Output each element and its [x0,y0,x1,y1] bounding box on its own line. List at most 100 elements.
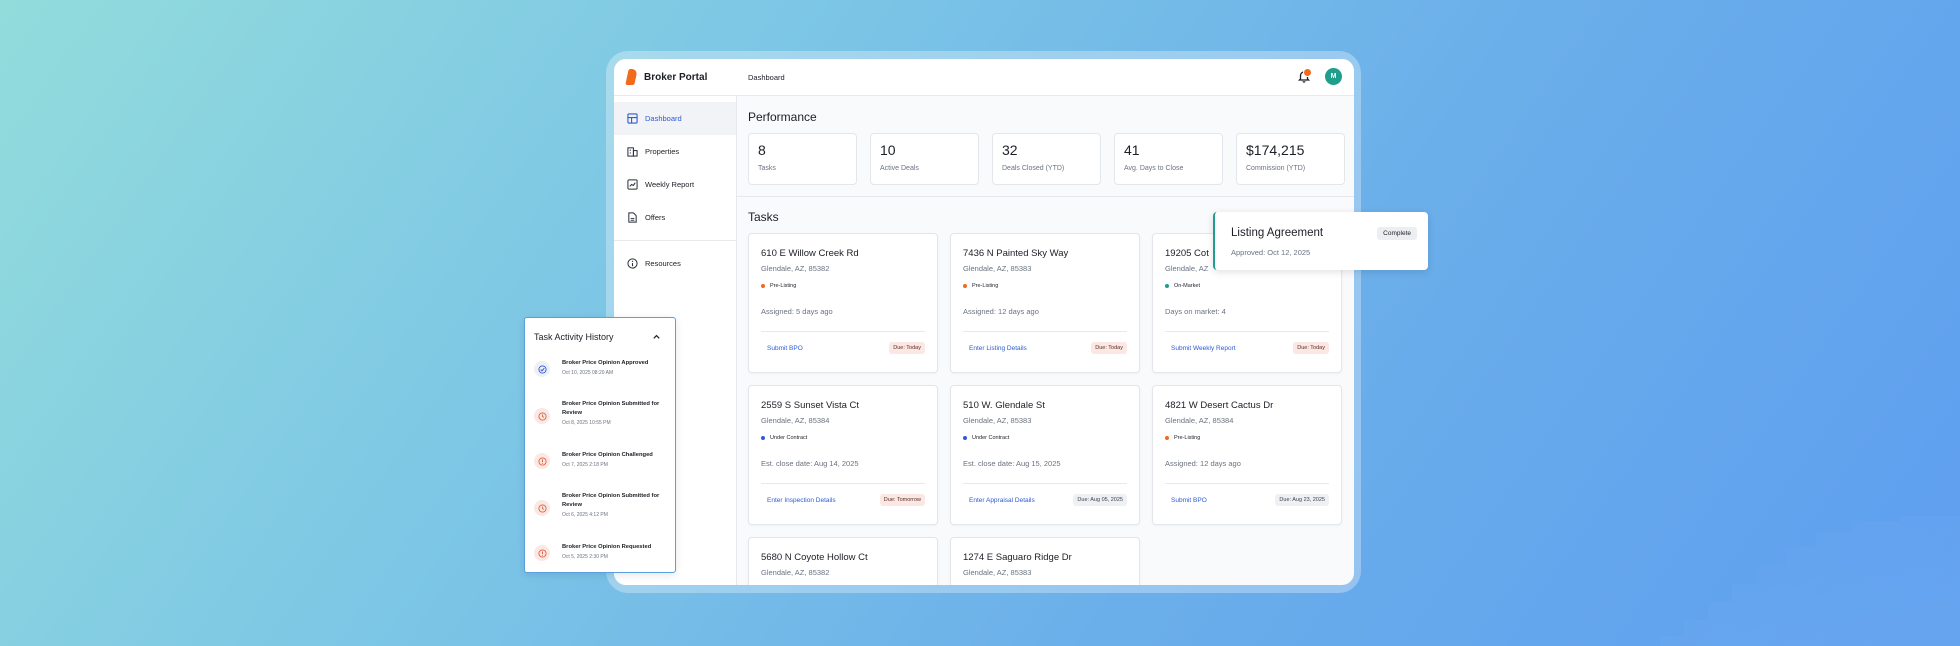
kpi-value: 10 [880,142,896,158]
task-address: 610 E Willow Creek Rd [761,248,859,259]
kpi-value: 32 [1002,142,1018,158]
task-address: 5680 N Coyote Hollow Ct [761,552,868,563]
kpi-label: Deals Closed (YTD) [1002,165,1065,172]
alert-icon [534,545,550,561]
sidebar-item-resources[interactable]: Resources [614,247,736,280]
tasks-title: Tasks [748,210,779,224]
task-action-link[interactable]: Submit BPO [767,345,803,352]
popup-title: Listing Agreement [1231,227,1324,239]
task-city: Glendale, AZ, 85383 [963,416,1032,425]
due-badge: Due: Tomorrow [879,494,925,506]
kpi-card: 10 Active Deals [870,133,979,185]
history-item: Broker Price Opinion Challenged Oct 7, 2… [534,451,674,491]
status-dot [761,284,765,288]
history-item-date: Oct 7, 2025 2:18 PM [562,462,608,468]
task-card[interactable]: 1274 E Saguaro Ridge Dr Glendale, AZ, 85… [950,537,1140,585]
alert-icon [534,453,550,469]
task-card[interactable]: 4821 W Desert Cactus Dr Glendale, AZ, 85… [1152,385,1342,525]
sidebar-item-offers[interactable]: Offers [614,201,736,234]
sidebar-item-label: Resources [645,259,681,268]
task-address: 510 W. Glendale St [963,400,1045,411]
history-item-title: Broker Price Opinion Requested [562,544,652,550]
task-action-link[interactable]: Enter Inspection Details [767,497,836,504]
task-card[interactable]: 2559 S Sunset Vista Ct Glendale, AZ, 853… [748,385,938,525]
history-item-date: Oct 10, 2025 08:20 AM [562,370,614,376]
task-action-link[interactable]: Enter Listing Details [969,345,1027,352]
brand-name: Broker Portal [644,71,708,83]
listing-agreement-popup[interactable]: Listing Agreement Complete Approved: Oct… [1213,212,1428,270]
kpi-card: 41 Avg. Days to Close [1114,133,1223,185]
divider [736,196,1354,197]
status-dot [1165,436,1169,440]
task-address: 1274 E Saguaro Ridge Dr [963,552,1072,563]
kpi-label: Active Deals [880,165,919,172]
task-card[interactable]: 7436 N Painted Sky Way Glendale, AZ, 853… [950,233,1140,373]
sidebar-item-label: Dashboard [645,114,682,123]
history-item-title: Broker Price Opinion Challenged [562,452,653,458]
status-badge: Complete [1377,227,1417,240]
task-activity-history-panel: Task Activity History Broker Price Opini… [524,317,676,573]
brand-logo-icon [625,69,638,85]
task-city: Glendale, AZ [1165,264,1209,273]
breadcrumb: Dashboard [748,72,785,82]
sidebar-item-label: Offers [645,213,666,222]
status-badge: Under Contract [761,435,807,441]
due-badge: Due: Today [1293,342,1329,354]
task-info: Assigned: 12 days ago [963,307,1039,316]
task-city: Glendale, AZ, 85382 [761,568,830,577]
status-badge: On-Market [1165,283,1200,289]
dashboard-icon [627,113,638,124]
info-icon [627,258,638,269]
history-item: Broker Price Opinion Approved Oct 10, 20… [534,359,674,399]
status-badge: Pre-Listing [1165,435,1200,441]
due-badge: Due: Aug 05, 2025 [1073,494,1127,506]
task-info: Assigned: 12 days ago [1165,459,1241,468]
sidebar-item-label: Weekly Report [645,180,695,189]
task-city: Glendale, AZ, 85384 [1165,416,1234,425]
history-item-date: Oct 6, 2025 4:12 PM [562,512,608,518]
divider [761,483,925,484]
task-city: Glendale, AZ, 85383 [963,264,1032,273]
kpi-label: Commission (YTD) [1246,165,1306,172]
history-item-title: Broker Price Opinion Approved [562,360,649,366]
task-card[interactable]: 5680 N Coyote Hollow Ct Glendale, AZ, 85… [748,537,938,585]
brand[interactable]: Broker Portal [614,59,736,95]
divider [761,331,925,332]
avatar[interactable]: M [1325,68,1342,85]
divider [963,331,1127,332]
kpi-value: $174,215 [1246,142,1305,158]
performance-title: Performance [748,110,817,124]
task-action-link[interactable]: Submit Weekly Report [1171,345,1236,352]
due-badge: Due: Today [1091,342,1127,354]
kpi-value: 41 [1124,142,1140,158]
history-item: Broker Price Opinion Submitted for Revie… [534,400,674,440]
status-dot [963,284,967,288]
divider [1165,331,1329,332]
sidebar-nav-secondary: Resources [614,241,736,286]
history-item: Broker Price Opinion Requested Oct 5, 20… [534,543,674,583]
sidebar-item-weekly-report[interactable]: Weekly Report [614,168,736,201]
divider [1165,483,1329,484]
report-icon [627,179,638,190]
sidebar-item-dashboard[interactable]: Dashboard [614,102,736,135]
task-action-link[interactable]: Enter Appraisal Details [969,497,1035,504]
task-city: Glendale, AZ, 85382 [761,264,830,273]
task-info: Days on market: 4 [1165,307,1226,316]
status-dot [963,436,967,440]
kpi-card: $174,215 Commission (YTD) [1236,133,1345,185]
task-card[interactable]: 510 W. Glendale St Glendale, AZ, 85383 U… [950,385,1140,525]
history-item-title: Broker Price Opinion Submitted for Revie… [562,401,660,416]
task-action-link[interactable]: Submit BPO [1171,497,1207,504]
task-card[interactable]: 610 E Willow Creek Rd Glendale, AZ, 8538… [748,233,938,373]
app-window: Broker Portal Dashboard Properties Weekl… [614,59,1354,585]
topbar: Dashboard M [736,59,1354,96]
history-item: Broker Price Opinion Submitted for Revie… [534,492,674,532]
popup-subtitle: Approved: Oct 12, 2025 [1231,248,1311,257]
task-city: Glendale, AZ, 85383 [963,568,1032,577]
main-content: Performance 8 Tasks 10 Active Deals 32 D… [736,96,1354,585]
status-badge: Under Contract [963,435,1009,441]
history-item-date: Oct 5, 2025 2:30 PM [562,554,608,560]
sidebar-item-properties[interactable]: Properties [614,135,736,168]
chevron-up-icon[interactable] [652,332,661,341]
background-decoration [1660,516,1960,646]
